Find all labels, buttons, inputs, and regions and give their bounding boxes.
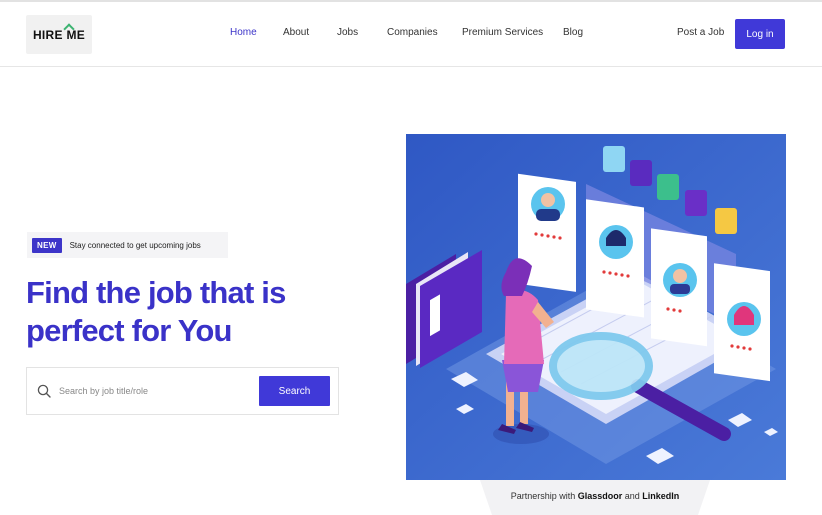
nav-companies[interactable]: Companies (387, 27, 438, 38)
partnership-prefix: Partnership with (510, 491, 578, 501)
new-pill: NEW (32, 237, 62, 253)
hireme-logo[interactable]: HIRE ME (26, 15, 92, 54)
logo-text-me: ME (63, 22, 85, 42)
site-header: HIRE ME Home About Jobs Companies Premiu… (0, 2, 822, 67)
partner-glassdoor[interactable]: Glassdoor (578, 491, 623, 501)
search-button[interactable]: Search (259, 376, 330, 406)
nav-jobs[interactable]: Jobs (337, 27, 358, 38)
partnership-line: Partnership with Glassdoor and LinkedIn (470, 491, 720, 501)
hero-headline: Find the job that is perfect for You (26, 275, 286, 348)
job-search-input[interactable] (59, 383, 249, 399)
logo-text-hire: HIRE (32, 27, 67, 42)
job-search-box: Search (26, 367, 339, 415)
nav-blog[interactable]: Blog (563, 27, 583, 38)
partner-linkedin[interactable]: LinkedIn (642, 491, 679, 501)
partnership-joiner: and (622, 491, 643, 501)
nav-about[interactable]: About (283, 27, 309, 38)
login-button[interactable]: Log in (735, 19, 785, 49)
post-job-link[interactable]: Post a Job (677, 27, 724, 38)
announcement-text: Stay connected to get upcoming jobs (69, 240, 201, 250)
announcement-badge: NEW Stay connected to get upcoming jobs (27, 232, 228, 258)
nav-premium-services[interactable]: Premium Services (462, 27, 543, 38)
hero-illustration (406, 134, 786, 480)
nav-home[interactable]: Home (230, 27, 257, 38)
search-icon (37, 384, 51, 398)
